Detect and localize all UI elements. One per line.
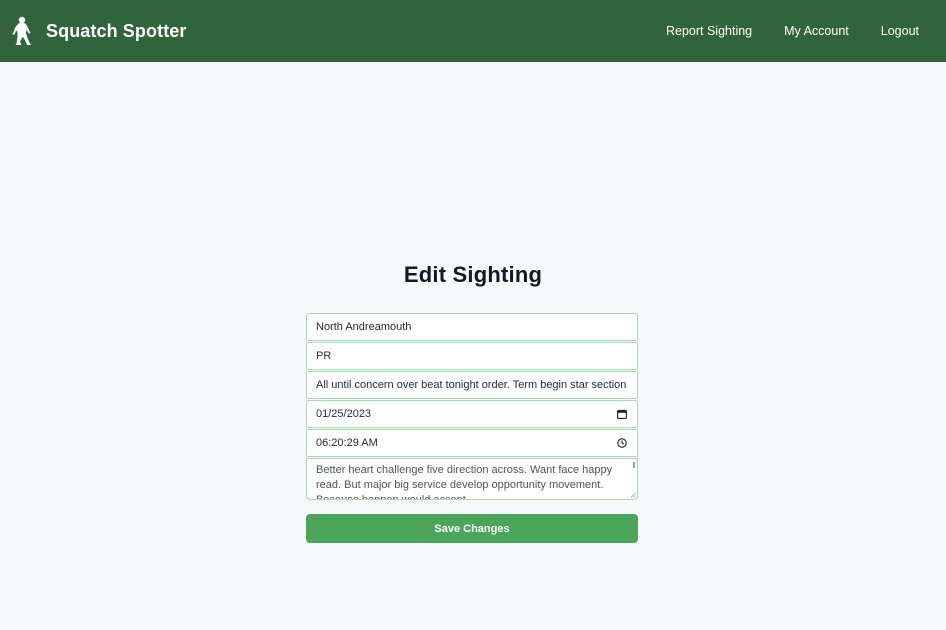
state-input[interactable]: PR <box>306 342 638 370</box>
nav-links: Report Sighting My Account Logout <box>666 0 946 62</box>
navbar: Squatch Spotter Report Sighting My Accou… <box>0 0 946 62</box>
save-changes-button[interactable]: Save Changes <box>306 514 638 543</box>
date-value: 01/25/2023 <box>316 408 372 420</box>
nav-logout-link[interactable]: Logout <box>881 24 919 38</box>
textarea-scrollbar[interactable] <box>633 462 635 468</box>
app-name: Squatch Spotter <box>46 20 187 41</box>
clock-icon[interactable] <box>617 438 627 448</box>
edit-sighting-form: North Andreamouth PR All until concern o… <box>306 313 638 500</box>
brand[interactable]: Squatch Spotter <box>11 16 187 46</box>
summary-input[interactable]: All until concern over beat tonight orde… <box>306 371 638 399</box>
calendar-icon[interactable] <box>617 409 627 419</box>
page-title: Edit Sighting <box>403 262 543 287</box>
description-value: Better heart challenge five direction ac… <box>316 464 613 500</box>
description-textarea[interactable]: Better heart challenge five direction ac… <box>306 458 638 500</box>
resize-grip-icon[interactable] <box>630 492 636 498</box>
time-value: 06:20:29 AM <box>316 437 378 449</box>
time-input[interactable]: 06:20:29 AM <box>306 429 638 457</box>
state-value: PR <box>316 350 332 362</box>
nav-report-sighting-link[interactable]: Report Sighting <box>666 24 752 38</box>
summary-value: All until concern over beat tonight orde… <box>316 379 628 391</box>
date-input[interactable]: 01/25/2023 <box>306 400 638 428</box>
city-input[interactable]: North Andreamouth <box>306 313 638 341</box>
nav-my-account-link[interactable]: My Account <box>784 24 849 38</box>
bigfoot-icon <box>12 16 32 45</box>
city-value: North Andreamouth <box>316 321 412 333</box>
